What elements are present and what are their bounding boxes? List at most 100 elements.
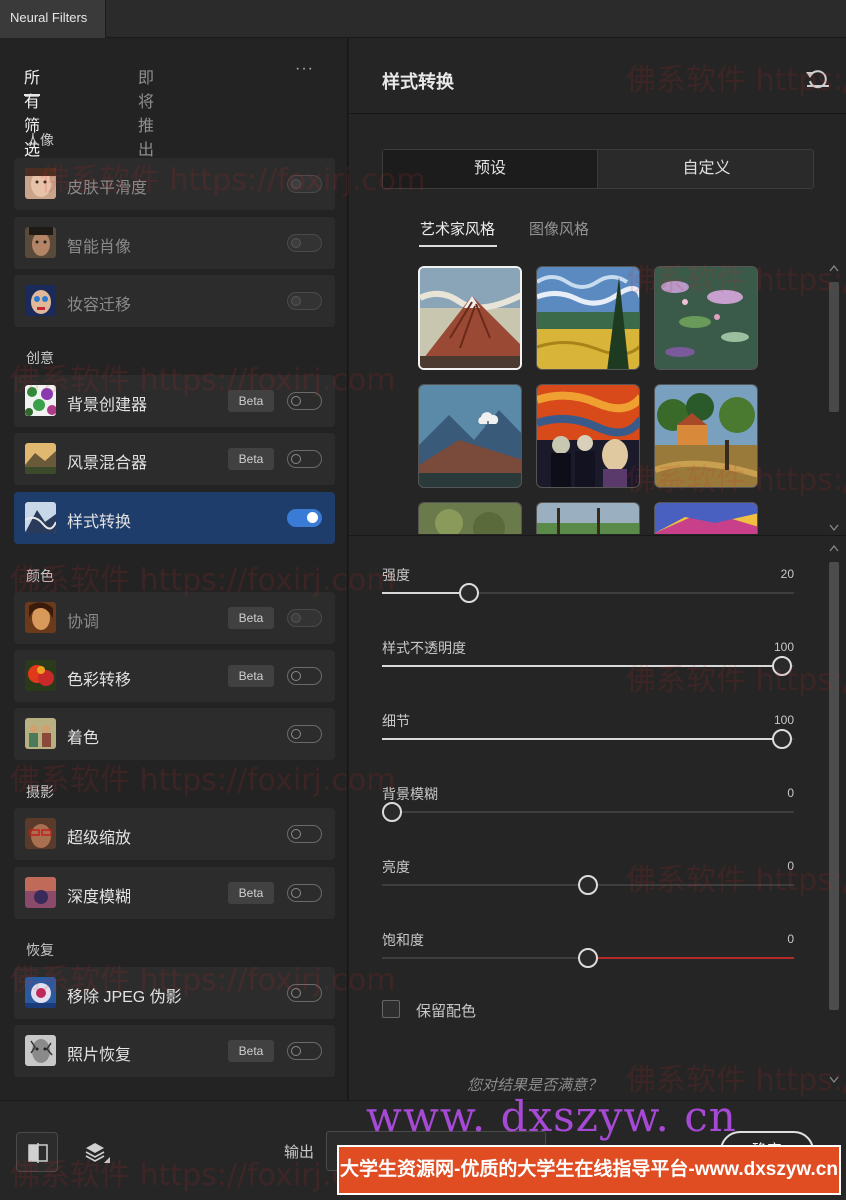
filter-toggle[interactable]	[287, 609, 322, 627]
slider-value: 0	[787, 859, 794, 873]
beta-badge: Beta	[228, 390, 274, 412]
preset-button[interactable]: 预设	[383, 150, 598, 188]
filter-toggle[interactable]	[287, 175, 322, 193]
filter-landscape-mixer[interactable]: 风景混合器 Beta	[14, 433, 335, 485]
smart-portrait-thumbnail	[25, 227, 56, 258]
site-url-overlay: www. dxszyw. cn	[366, 1092, 737, 1141]
filter-toggle[interactable]	[287, 450, 322, 468]
filter-smart-portrait[interactable]: 智能肖像	[14, 217, 335, 269]
section-divider	[349, 535, 846, 536]
filter-style-transfer[interactable]: 样式转换	[14, 492, 335, 544]
filter-makeup-transfer[interactable]: 妆容迁移	[14, 275, 335, 327]
settings-header: 样式转换	[349, 38, 846, 114]
slider-knob[interactable]	[578, 875, 598, 895]
filter-toggle[interactable]	[287, 667, 322, 685]
filter-name: 照片恢复	[67, 1047, 132, 1064]
filter-toggle[interactable]	[287, 825, 322, 843]
tab-coming-soon[interactable]: 即将推出	[138, 64, 154, 160]
page-title: 样式转换	[382, 72, 454, 92]
filter-toggle[interactable]	[287, 984, 322, 1002]
compare-view-button[interactable]	[16, 1132, 58, 1172]
slider-brightness[interactable]: 亮度 0	[382, 857, 794, 917]
filter-name: 超级缩放	[67, 830, 132, 847]
beta-badge: Beta	[228, 1040, 274, 1062]
slider-fill	[382, 665, 782, 667]
slider-label: 样式不透明度	[382, 640, 466, 656]
landscape-mixer-thumbnail	[25, 443, 56, 474]
slider-label: 饱和度	[382, 932, 424, 948]
slider-detail[interactable]: 细节 100	[382, 711, 794, 771]
slider-style-opacity[interactable]: 样式不透明度 100	[382, 638, 794, 698]
slider-knob[interactable]	[382, 802, 402, 822]
style-thumbnail-waterlilies[interactable]	[654, 266, 758, 370]
skin-smoothing-thumbnail	[25, 168, 56, 199]
filter-color-transfer[interactable]: 色彩转移 Beta	[14, 650, 335, 702]
slider-knob[interactable]	[772, 729, 792, 749]
style-grid-scrollbar[interactable]	[826, 260, 842, 536]
slider-label: 强度	[382, 567, 410, 583]
style-thumbnail-park[interactable]	[536, 502, 640, 534]
filter-name: 深度模糊	[67, 889, 132, 906]
filter-name: 色彩转移	[67, 672, 132, 689]
scrollbar-thumb[interactable]	[829, 282, 839, 412]
filter-super-zoom[interactable]: 超级缩放	[14, 808, 335, 860]
style-thumbnail-scream[interactable]	[536, 384, 640, 488]
filter-toggle[interactable]	[287, 1042, 322, 1060]
colorize-thumbnail	[25, 718, 56, 749]
filter-name: 着色	[67, 730, 100, 747]
scrollbar-thumb[interactable]	[829, 562, 839, 1010]
custom-button[interactable]: 自定义	[599, 150, 814, 188]
reset-icon[interactable]	[805, 66, 831, 90]
photo-restoration-thumbnail	[25, 1035, 56, 1066]
checkbox-box[interactable]	[382, 1000, 400, 1018]
layers-icon[interactable]	[76, 1132, 118, 1172]
slider-saturation[interactable]: 饱和度 0	[382, 930, 794, 990]
slider-label: 细节	[382, 713, 410, 729]
category-creative: 创意	[26, 350, 54, 366]
filter-colorize[interactable]: 着色	[14, 708, 335, 760]
slider-knob[interactable]	[578, 948, 598, 968]
makeup-transfer-thumbnail	[25, 285, 56, 316]
slider-knob[interactable]	[459, 583, 479, 603]
style-thumbnail-fauve[interactable]	[654, 502, 758, 534]
slider-value: 0	[787, 932, 794, 946]
document-tab[interactable]: Neural Filters	[0, 0, 106, 38]
style-thumbnail-mountain[interactable]	[418, 266, 522, 370]
filter-photo-restoration[interactable]: 照片恢复 Beta	[14, 1025, 335, 1077]
harmonization-thumbnail	[25, 602, 56, 633]
filter-toggle[interactable]	[287, 234, 322, 252]
category-restoration: 恢复	[26, 942, 54, 958]
style-thumbnail-village[interactable]	[654, 384, 758, 488]
tab-image-styles[interactable]: 图像风格	[529, 218, 589, 239]
filter-toggle[interactable]	[287, 884, 322, 902]
filter-background-creator[interactable]: 背景创建器 Beta	[14, 375, 335, 427]
filter-toggle[interactable]	[287, 292, 322, 310]
style-thumbnail-impression[interactable]	[418, 502, 522, 534]
slider-value: 20	[780, 567, 794, 581]
checkbox-label: 保留配色	[416, 1003, 477, 1020]
style-thumbnail-mountains-download[interactable]	[418, 384, 522, 488]
filter-name: 背景创建器	[67, 397, 148, 414]
slider-strength[interactable]: 强度 20	[382, 565, 794, 625]
filter-toggle[interactable]	[287, 509, 322, 527]
filter-settings-panel: 样式转换 预设 自定义 艺术家风格 图像风格 强度 20 样式不透明度 100 …	[349, 38, 846, 1100]
filter-toggle[interactable]	[287, 392, 322, 410]
preset-custom-switch: 预设 自定义	[382, 149, 814, 189]
filter-depth-blur[interactable]: 深度模糊 Beta	[14, 867, 335, 919]
settings-scrollbar[interactable]	[826, 538, 842, 1093]
slider-value: 100	[773, 713, 794, 727]
filter-name: 协调	[67, 614, 100, 631]
document-tab-bar: Neural Filters	[0, 0, 846, 38]
slider-track[interactable]	[382, 811, 794, 813]
tab-artist-styles[interactable]: 艺术家风格	[418, 218, 498, 247]
slider-knob[interactable]	[772, 656, 792, 676]
style-thumbnail-wheatfield[interactable]	[536, 266, 640, 370]
slider-fill	[382, 738, 782, 740]
output-label: 输出	[284, 1144, 315, 1161]
filter-skin-smoothing[interactable]: 皮肤平滑度	[14, 158, 335, 210]
filter-harmonization[interactable]: 协调 Beta	[14, 592, 335, 644]
filter-remove-jpeg-artifacts[interactable]: 移除 JPEG 伪影	[14, 967, 335, 1019]
slider-background-blur[interactable]: 背景模糊 0	[382, 784, 794, 844]
more-options-icon[interactable]: ···	[295, 60, 314, 78]
filter-toggle[interactable]	[287, 725, 322, 743]
